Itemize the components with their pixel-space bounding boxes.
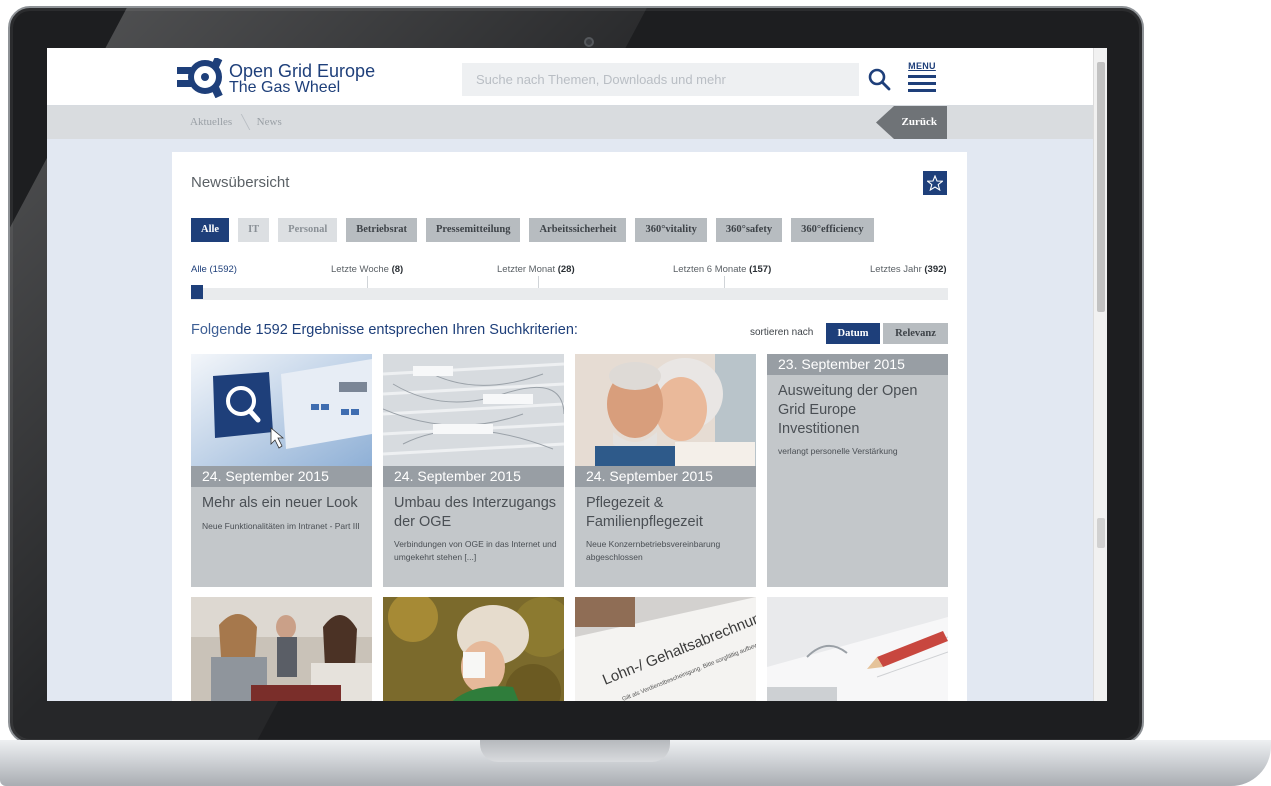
card-image-office-group[interactable] bbox=[191, 597, 372, 701]
range-last-week[interactable]: Letzte Woche (8) bbox=[331, 264, 403, 275]
filter-pressemitteilung[interactable]: Pressemitteilung bbox=[425, 218, 521, 242]
time-range-slider: Alle (1592) Letzte Woche (8) Letzter Mon… bbox=[191, 264, 948, 300]
slider-tick bbox=[367, 276, 368, 288]
sort-relevance-button[interactable]: Relevanz bbox=[883, 323, 948, 344]
filter-arbeitssicherheit[interactable]: Arbeitssicherheit bbox=[529, 218, 627, 242]
card-title[interactable]: Ausweitung der Open Grid Europe Investit… bbox=[778, 382, 940, 439]
sort-date-button[interactable]: Datum bbox=[826, 323, 880, 344]
news-panel: Newsübersicht Alle IT Personal Betriebsr… bbox=[172, 152, 967, 701]
category-filters: Alle IT Personal Betriebsrat Pressemitte… bbox=[191, 218, 874, 242]
results-heading: Folgende 1592 Ergebnisse entsprechen Ihr… bbox=[191, 322, 578, 338]
range-last-month[interactable]: Letzter Monat (28) bbox=[497, 264, 575, 275]
card-image-pencil-paper[interactable] bbox=[767, 597, 948, 701]
filter-360-safety[interactable]: 360°safety bbox=[715, 218, 783, 242]
card-title[interactable]: Pflegezeit & Familienpflegezeit bbox=[586, 494, 748, 532]
search-icon[interactable] bbox=[867, 67, 891, 91]
card-date: 23. September 2015 bbox=[767, 354, 948, 375]
news-card[interactable]: 24. September 2015 Pflegezeit & Familien… bbox=[575, 354, 756, 587]
slider-track[interactable] bbox=[191, 288, 948, 300]
filter-personal[interactable]: Personal bbox=[278, 218, 338, 242]
news-card[interactable]: 24. September 2015 Umbau des Interzugang… bbox=[383, 354, 564, 587]
range-last-year[interactable]: Letztes Jahr (392) bbox=[870, 264, 947, 275]
favorite-button[interactable] bbox=[923, 171, 947, 195]
card-date: 24. September 2015 bbox=[383, 466, 564, 487]
card-title[interactable]: Umbau des Interzugangs der OGE bbox=[394, 494, 556, 532]
card-subtitle: Verbindungen von OGE in das Internet und… bbox=[394, 539, 557, 562]
card-image-magnifier bbox=[191, 354, 372, 466]
laptop-notch bbox=[480, 740, 670, 762]
site-header: Open Grid Europe The Gas Wheel Suche nac… bbox=[47, 48, 1093, 106]
filter-betriebsrat[interactable]: Betriebsrat bbox=[346, 218, 417, 242]
card-date: 24. September 2015 bbox=[575, 466, 756, 487]
filter-alle[interactable]: Alle bbox=[191, 218, 230, 242]
filter-360-efficiency[interactable]: 360°efficiency bbox=[791, 218, 874, 242]
filter-360-vitality[interactable]: 360°vitality bbox=[635, 218, 707, 242]
card-subtitle: Neue Funktionalitäten im Intranet - Part… bbox=[202, 521, 360, 531]
magnifier-tile-icon bbox=[213, 372, 273, 438]
page-scrollbar[interactable] bbox=[1093, 48, 1107, 701]
range-all[interactable]: Alle (1592) bbox=[191, 264, 237, 275]
slider-tick bbox=[724, 276, 725, 288]
sort-label: sortieren nach bbox=[750, 327, 814, 338]
card-title[interactable]: Mehr als ein neuer Look bbox=[202, 494, 364, 513]
card-image-server-cables bbox=[383, 354, 564, 466]
card-image-payslip[interactable]: Lohn-/ Gehaltsabrechnung Gilt als Verdie… bbox=[575, 597, 756, 701]
back-button[interactable]: Zurück bbox=[876, 106, 947, 139]
scrollbar-marker bbox=[1097, 518, 1105, 548]
menu-icon bbox=[907, 75, 937, 92]
scrollbar-thumb[interactable] bbox=[1097, 62, 1105, 312]
breadcrumb-separator bbox=[232, 114, 251, 131]
slider-tick bbox=[538, 276, 539, 288]
card-image-autumn-woman[interactable] bbox=[383, 597, 564, 701]
logo-subtitle: The Gas Wheel bbox=[229, 79, 341, 96]
breadcrumb-item-news[interactable]: News bbox=[257, 116, 282, 128]
range-last-6-months[interactable]: Letzten 6 Monate (157) bbox=[673, 264, 771, 275]
card-image-elderly-couple bbox=[575, 354, 756, 466]
search-input[interactable]: Suche nach Themen, Downloads und mehr bbox=[462, 63, 859, 96]
star-icon bbox=[927, 175, 943, 191]
menu-label: MENU bbox=[908, 61, 936, 71]
card-subtitle: Neue Konzernbetriebsvereinbarung abgesch… bbox=[586, 539, 721, 562]
page-title: Newsübersicht bbox=[191, 174, 290, 191]
breadcrumb-item-aktuelles[interactable]: Aktuelles bbox=[190, 116, 232, 128]
news-card[interactable]: 23. September 2015 Ausweitung der Open G… bbox=[767, 354, 948, 587]
logo-icon bbox=[177, 58, 223, 98]
site-logo[interactable]: Open Grid Europe The Gas Wheel bbox=[177, 58, 377, 98]
menu-button[interactable]: MENU bbox=[907, 61, 937, 93]
webcam-icon bbox=[584, 37, 594, 47]
slider-handle[interactable] bbox=[191, 285, 203, 299]
news-card[interactable]: 24. September 2015 Mehr als ein neuer Lo… bbox=[191, 354, 372, 587]
breadcrumb: Aktuelles News Zurück bbox=[47, 106, 1093, 139]
browser-screen: Open Grid Europe The Gas Wheel Suche nac… bbox=[47, 48, 1107, 701]
card-subtitle: verlangt personelle Verstärkung bbox=[778, 446, 898, 456]
card-date: 24. September 2015 bbox=[191, 466, 372, 487]
filter-it[interactable]: IT bbox=[238, 218, 270, 242]
